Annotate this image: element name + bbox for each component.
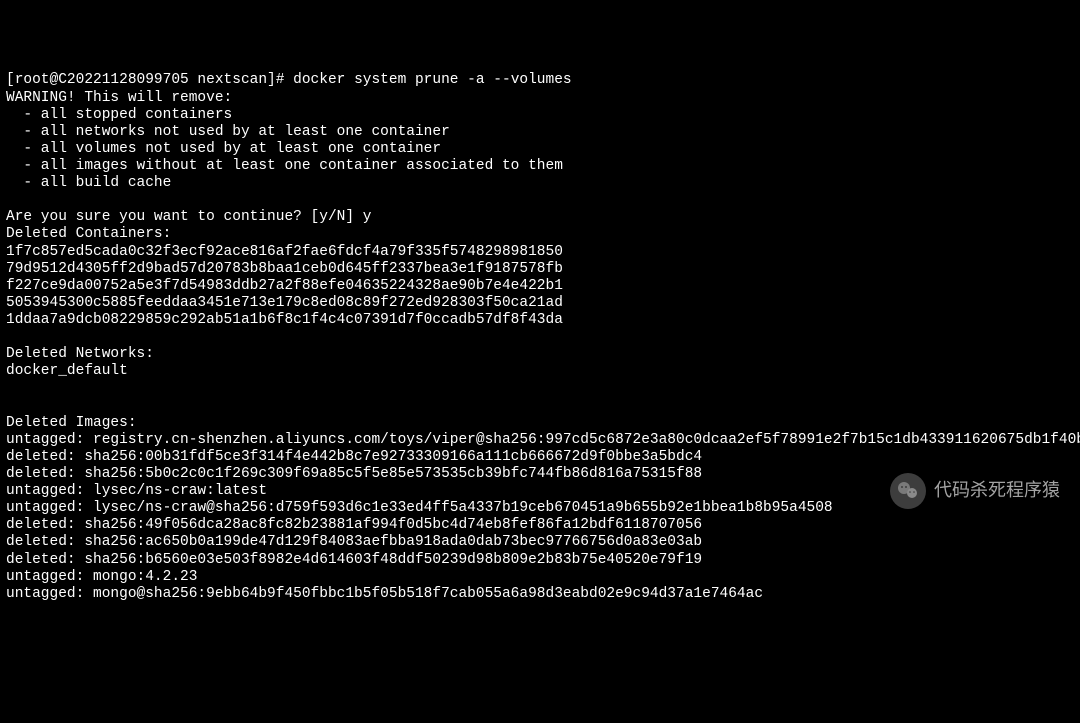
deleted-containers-header: Deleted Containers: (6, 226, 1074, 243)
warning-item: - all volumes not used by at least one c… (6, 141, 1074, 158)
container-id: 1f7c857ed5cada0c32f3ecf92ace816af2fae6fd… (6, 244, 1074, 261)
image-entry: untagged: mongo@sha256:9ebb64b9f450fbbc1… (6, 586, 1074, 603)
deleted-images-header: Deleted Images: (6, 415, 1074, 432)
image-entry: deleted: sha256:00b31fdf5ce3f314f4e442b8… (6, 449, 1074, 466)
warning-item: - all images without at least one contai… (6, 158, 1074, 175)
command-text: docker system prune -a --volumes (293, 72, 571, 88)
image-entry: untagged: mongo:4.2.23 (6, 569, 1074, 586)
container-id: 5053945300c5885feeddaa3451e713e179c8ed08… (6, 295, 1074, 312)
image-entry: deleted: sha256:49f056dca28ac8fc82b23881… (6, 517, 1074, 534)
warning-item: - all build cache (6, 175, 1074, 192)
shell-prompt: [root@C20221128099705 nextscan]# (6, 72, 293, 88)
warning-item: - all networks not used by at least one … (6, 124, 1074, 141)
wechat-icon (890, 473, 926, 509)
blank-line (6, 380, 1074, 397)
image-entry: untagged: registry.cn-shenzhen.aliyuncs.… (6, 432, 1074, 449)
image-entry: deleted: sha256:b6560e03e503f8982e4d6146… (6, 552, 1074, 569)
blank-line (6, 192, 1074, 209)
network-name: docker_default (6, 363, 1074, 380)
container-id: 79d9512d4305ff2d9bad57d20783b8baa1ceb0d6… (6, 261, 1074, 278)
deleted-networks-header: Deleted Networks: (6, 346, 1074, 363)
warning-header: WARNING! This will remove: (6, 90, 1074, 107)
command-line[interactable]: [root@C20221128099705 nextscan]# docker … (6, 72, 1074, 89)
confirm-line[interactable]: Are you sure you want to continue? [y/N]… (6, 209, 1074, 226)
container-id: 1ddaa7a9dcb08229859c292ab51a1b6f8c1f4c4c… (6, 312, 1074, 329)
terminal-output: [root@C20221128099705 nextscan]# docker … (6, 72, 1074, 602)
confirm-question: Are you sure you want to continue? [y/N] (6, 209, 363, 225)
watermark: 代码杀死程序猿 (890, 473, 1060, 509)
blank-line (6, 398, 1074, 415)
blank-line (6, 329, 1074, 346)
warning-item: - all stopped containers (6, 107, 1074, 124)
confirm-answer: y (363, 209, 372, 225)
watermark-text: 代码杀死程序猿 (934, 480, 1060, 501)
container-id: f227ce9da00752a5e3f7d54983ddb27a2f88efe0… (6, 278, 1074, 295)
